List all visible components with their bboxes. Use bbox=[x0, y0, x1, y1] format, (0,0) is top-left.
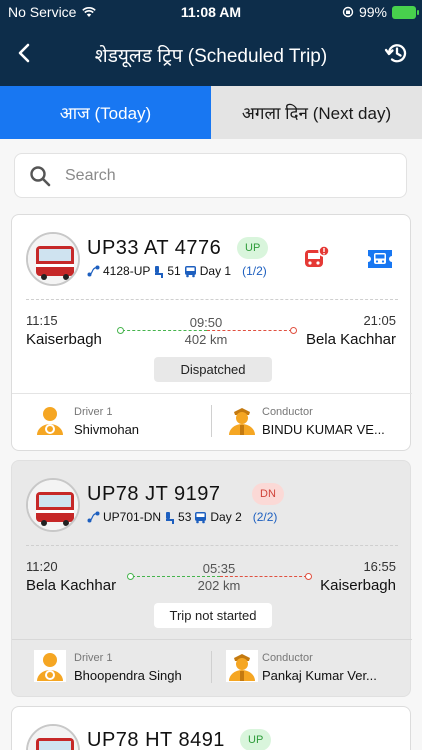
conductor-name: BINDU KUMAR VE... bbox=[262, 422, 385, 437]
bus-alert-icon[interactable] bbox=[302, 245, 330, 273]
trip-card[interactable]: UP78 JT 9197 DN UP701-DN 53 Day 2 (2/2) … bbox=[11, 460, 412, 697]
seat-count: 51 bbox=[167, 264, 181, 278]
destination: Kaiserbagh bbox=[320, 577, 396, 594]
route-icon bbox=[87, 265, 100, 277]
driver-icon bbox=[37, 407, 63, 435]
trip-day: Day 2 bbox=[210, 510, 242, 524]
trip-meta: 4128-UP 51 Day 1 (1/2) bbox=[87, 264, 267, 278]
trip-card[interactable]: UP78 HT 8491 UP bbox=[11, 706, 411, 750]
vehicle-number: UP78 JT 9197 bbox=[87, 483, 221, 505]
distance: 202 km bbox=[197, 578, 241, 593]
driver-label: Driver 1 bbox=[74, 652, 113, 664]
divider bbox=[26, 545, 398, 546]
divider bbox=[12, 393, 412, 394]
day-tabs: आज (Today) अगला दिन (Next day) bbox=[0, 86, 422, 139]
tab-today[interactable]: आज (Today) bbox=[0, 86, 211, 139]
status-chip: Dispatched bbox=[154, 357, 272, 382]
battery-icon bbox=[392, 5, 419, 19]
battery-percent: 99% bbox=[358, 4, 387, 20]
bus-icon bbox=[184, 265, 196, 277]
app-header: शेडयूलड ट्रिप (Scheduled Trip) bbox=[0, 24, 422, 86]
arrival-time: 21:05 bbox=[363, 313, 396, 328]
bus-avatar bbox=[26, 232, 80, 286]
conductor-name: Pankaj Kumar Ver... bbox=[262, 668, 377, 683]
distance: 402 km bbox=[184, 332, 228, 347]
route-code: 4128-UP bbox=[103, 264, 151, 278]
search-input[interactable] bbox=[65, 162, 385, 190]
departure-time: 11:20 bbox=[26, 559, 58, 574]
divider bbox=[12, 639, 412, 640]
crew-separator bbox=[211, 651, 212, 683]
vehicle-number: UP33 AT 4776 bbox=[87, 237, 222, 259]
direction-badge: UP bbox=[240, 729, 272, 750]
driver-name: Bhoopendra Singh bbox=[74, 668, 182, 683]
status-chip: Trip not started bbox=[154, 603, 272, 628]
origin: Kaiserbagh bbox=[26, 331, 102, 348]
origin: Bela Kachhar bbox=[26, 577, 117, 594]
search-icon bbox=[30, 166, 51, 187]
driver-icon bbox=[34, 650, 66, 682]
conductor-icon bbox=[229, 408, 255, 435]
status-bar: No Service 11:08 AM 99% bbox=[0, 0, 422, 24]
page-title: शेडयूलड ट्रिप (Scheduled Trip) bbox=[94, 46, 328, 67]
ticket-bus-icon[interactable] bbox=[366, 245, 394, 273]
trip-fraction: (1/2) bbox=[242, 264, 267, 278]
route-icon bbox=[87, 511, 100, 523]
route-code: UP701-DN bbox=[103, 510, 162, 524]
vehicle-number: UP78 HT 8491 bbox=[87, 729, 225, 750]
search-box[interactable] bbox=[14, 153, 407, 198]
trip-meta: UP701-DN 53 Day 2 (2/2) bbox=[87, 510, 277, 524]
driver-name: Shivmohan bbox=[74, 422, 140, 437]
bus-avatar bbox=[26, 724, 80, 750]
driver-label: Driver 1 bbox=[74, 406, 113, 418]
seat-count: 53 bbox=[178, 510, 192, 524]
tab-next-day[interactable]: अगला दिन (Next day) bbox=[211, 86, 422, 139]
conductor-label: Conductor bbox=[262, 406, 313, 418]
trip-fraction: (2/2) bbox=[252, 510, 278, 524]
destination: Bela Kachhar bbox=[305, 331, 396, 348]
direction-badge: DN bbox=[252, 483, 284, 505]
back-arrow-icon[interactable] bbox=[10, 38, 40, 68]
divider bbox=[26, 299, 398, 300]
crew-separator bbox=[211, 405, 212, 437]
conductor-icon bbox=[226, 650, 258, 682]
orientation-lock-icon bbox=[342, 6, 354, 18]
bus-avatar bbox=[26, 478, 80, 532]
seat-icon bbox=[155, 265, 164, 278]
seat-icon bbox=[166, 511, 175, 524]
conductor-label: Conductor bbox=[262, 652, 313, 664]
bus-icon bbox=[195, 511, 207, 523]
arrival-time: 16:55 bbox=[363, 559, 396, 574]
departure-time: 11:15 bbox=[26, 313, 58, 328]
direction-badge: UP bbox=[237, 237, 269, 259]
trip-card[interactable]: UP33 AT 4776 UP 4128-UP 51 Day 1 (1/2) 1… bbox=[11, 214, 412, 451]
trip-day: Day 1 bbox=[199, 264, 232, 278]
history-icon[interactable] bbox=[384, 40, 410, 66]
